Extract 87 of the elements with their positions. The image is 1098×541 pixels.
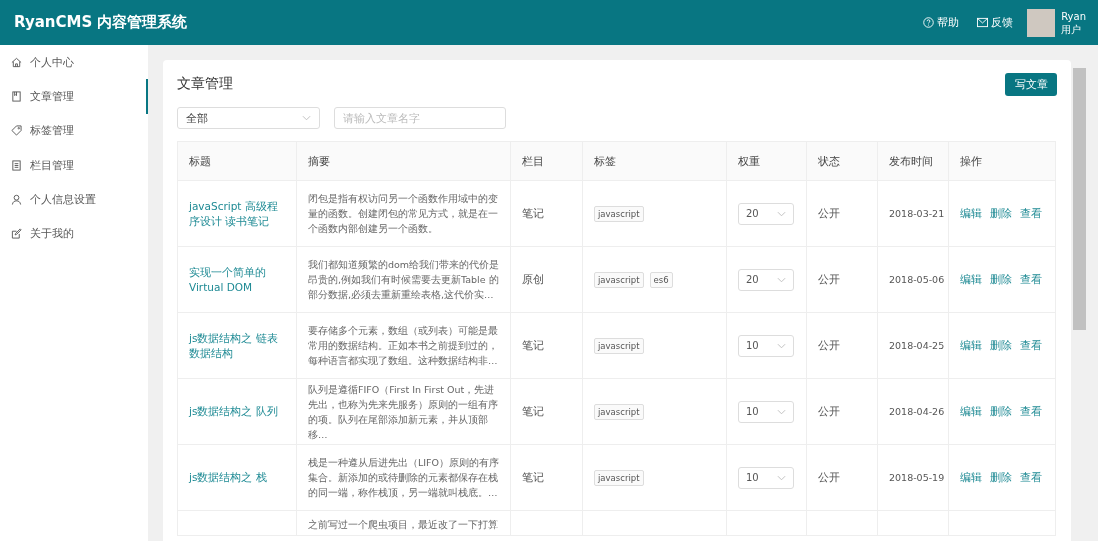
action-link[interactable]: 编辑 bbox=[960, 404, 982, 419]
column-header: 权重 bbox=[726, 141, 807, 181]
publish-date: 2018-05-06 bbox=[889, 274, 945, 285]
action-link[interactable]: 编辑 bbox=[960, 206, 982, 221]
chevron-icon bbox=[777, 276, 786, 283]
article-summary: 之前写过一个爬虫项目，最近改了一下打算 bbox=[308, 518, 499, 532]
tag-chip: javascript bbox=[594, 469, 644, 486]
status-text: 公开 bbox=[818, 471, 840, 484]
publish-date: 2018-04-26 bbox=[889, 406, 945, 417]
sidebar-item[interactable]: 关于我的 bbox=[0, 216, 148, 251]
search-field[interactable]: 请输入文章名字 bbox=[334, 107, 506, 129]
action-link[interactable]: 查看 bbox=[1020, 272, 1042, 287]
weight-select[interactable]: 10 bbox=[738, 466, 794, 489]
weight-select[interactable]: 10 bbox=[738, 400, 794, 423]
action-link[interactable]: 删除 bbox=[990, 470, 1012, 485]
publish-date: 2018-03-21 bbox=[889, 208, 945, 219]
action-link[interactable]: 删除 bbox=[990, 338, 1012, 353]
help-icon bbox=[923, 17, 935, 28]
sidebar-item[interactable]: 个人中心 bbox=[0, 45, 148, 80]
avatar-photo-placeholder[interactable] bbox=[1027, 8, 1056, 37]
category-text: 笔记 bbox=[522, 471, 544, 484]
category-text: 笔记 bbox=[522, 339, 544, 352]
user-name: Ryan bbox=[1061, 9, 1086, 23]
sidebar-item[interactable]: 个人信息设置 bbox=[0, 182, 148, 217]
action-link[interactable]: 编辑 bbox=[960, 338, 982, 353]
action-link[interactable]: 编辑 bbox=[960, 470, 982, 485]
status-text: 公开 bbox=[818, 405, 840, 418]
user-role: 用户 bbox=[1061, 22, 1083, 36]
user-icon bbox=[11, 193, 22, 205]
column-header: 发布时间 bbox=[877, 141, 949, 181]
sidebar-item[interactable]: 标签管理 bbox=[0, 113, 148, 148]
category-text: 笔记 bbox=[522, 405, 544, 418]
chevron-icon bbox=[777, 210, 786, 217]
tag-chip: javascript bbox=[594, 403, 644, 420]
document-icon bbox=[11, 90, 22, 102]
tag-chip: javascript bbox=[594, 205, 644, 222]
status-text: 公开 bbox=[818, 273, 840, 286]
write-article-button[interactable]: 写文章 bbox=[1005, 73, 1057, 96]
article-summary: 我们都知道频繁的dom给我们带来的代价是昂贵的,例如我们有时候需要去更新Table 的部分数据,必须去重新重绘表格,这代价实… bbox=[308, 258, 501, 302]
category-text: 笔记 bbox=[522, 207, 544, 220]
column-header: 标签 bbox=[582, 141, 727, 181]
list-icon bbox=[11, 159, 22, 171]
status-text: 公开 bbox=[818, 207, 840, 220]
category-text: 原创 bbox=[522, 273, 544, 286]
chevron-icon bbox=[777, 474, 786, 481]
column-header: 操作 bbox=[948, 141, 1056, 181]
page-title: 文章管理 bbox=[177, 75, 233, 93]
app-title: RyanCMS 内容管理系统 bbox=[14, 13, 188, 32]
action-link[interactable]: 编辑 bbox=[960, 272, 982, 287]
publish-date: 2018-04-25 bbox=[889, 340, 945, 351]
article-summary: 闭包是指有权访问另一个函数作用域中的变量的函数。创建闭包的常见方式，就是在一个函数内部创建另一个函数。 bbox=[308, 192, 499, 236]
mail-icon bbox=[977, 17, 989, 28]
tag-chip: javascript bbox=[594, 271, 644, 288]
action-link[interactable]: 查看 bbox=[1020, 404, 1042, 419]
article-summary: 队列是遵循FIFO（First In First Out，先进先出，也称为先来先服务）原则的一组有序的项。队列在尾部添加新元素，并从顶部移… bbox=[308, 382, 499, 442]
weight-select[interactable]: 10 bbox=[738, 334, 794, 357]
action-link[interactable]: 删除 bbox=[990, 404, 1012, 419]
status-text: 公开 bbox=[818, 339, 840, 352]
action-link[interactable]: 查看 bbox=[1020, 206, 1042, 221]
edit-icon bbox=[11, 228, 22, 240]
action-link[interactable]: 删除 bbox=[990, 272, 1012, 287]
chevron-icon bbox=[302, 115, 311, 121]
action-link[interactable]: 查看 bbox=[1020, 470, 1042, 485]
column-header: 栏目 bbox=[510, 141, 583, 181]
column-header: 摘要 bbox=[296, 141, 511, 181]
category-select[interactable]: 全部 bbox=[177, 107, 320, 129]
tag-icon bbox=[11, 125, 22, 137]
column-header: 状态 bbox=[806, 141, 878, 181]
home-icon bbox=[11, 56, 22, 68]
publish-date: 2018-05-19 bbox=[889, 472, 945, 483]
tag-chip: es6 bbox=[649, 271, 673, 288]
article-summary: 栈是一种遵从后进先出（LIFO）原则的有序集合。新添加的或待删除的元素都保存在栈的同一端，称作栈顶，另一端就叫栈底。… bbox=[308, 456, 501, 500]
action-link[interactable]: 查看 bbox=[1020, 338, 1042, 353]
sidebar-item[interactable]: 栏目管理 bbox=[0, 147, 148, 183]
article-title-link[interactable]: js数据结构之 队列 bbox=[189, 404, 278, 419]
article-summary: 要存储多个元素，数组（或列表）可能是最常用的数据结构。正如本书之前提到过的，每种语言都实现了数组。这种数据结构非… bbox=[308, 324, 499, 368]
sidebar-item[interactable]: 文章管理 bbox=[0, 79, 148, 114]
action-link[interactable]: 删除 bbox=[990, 206, 1012, 221]
header-link[interactable]: 反馈 bbox=[977, 15, 1014, 30]
header-link[interactable]: 帮助 bbox=[923, 15, 960, 30]
tag-chip: javascript bbox=[594, 337, 644, 354]
weight-select[interactable]: 20 bbox=[738, 268, 794, 291]
article-title-link[interactable]: js数据结构之 栈 bbox=[189, 470, 267, 485]
chevron-icon bbox=[777, 342, 786, 349]
weight-select[interactable]: 20 bbox=[738, 202, 794, 225]
column-header: 标题 bbox=[177, 141, 297, 181]
chevron-icon bbox=[777, 408, 786, 415]
